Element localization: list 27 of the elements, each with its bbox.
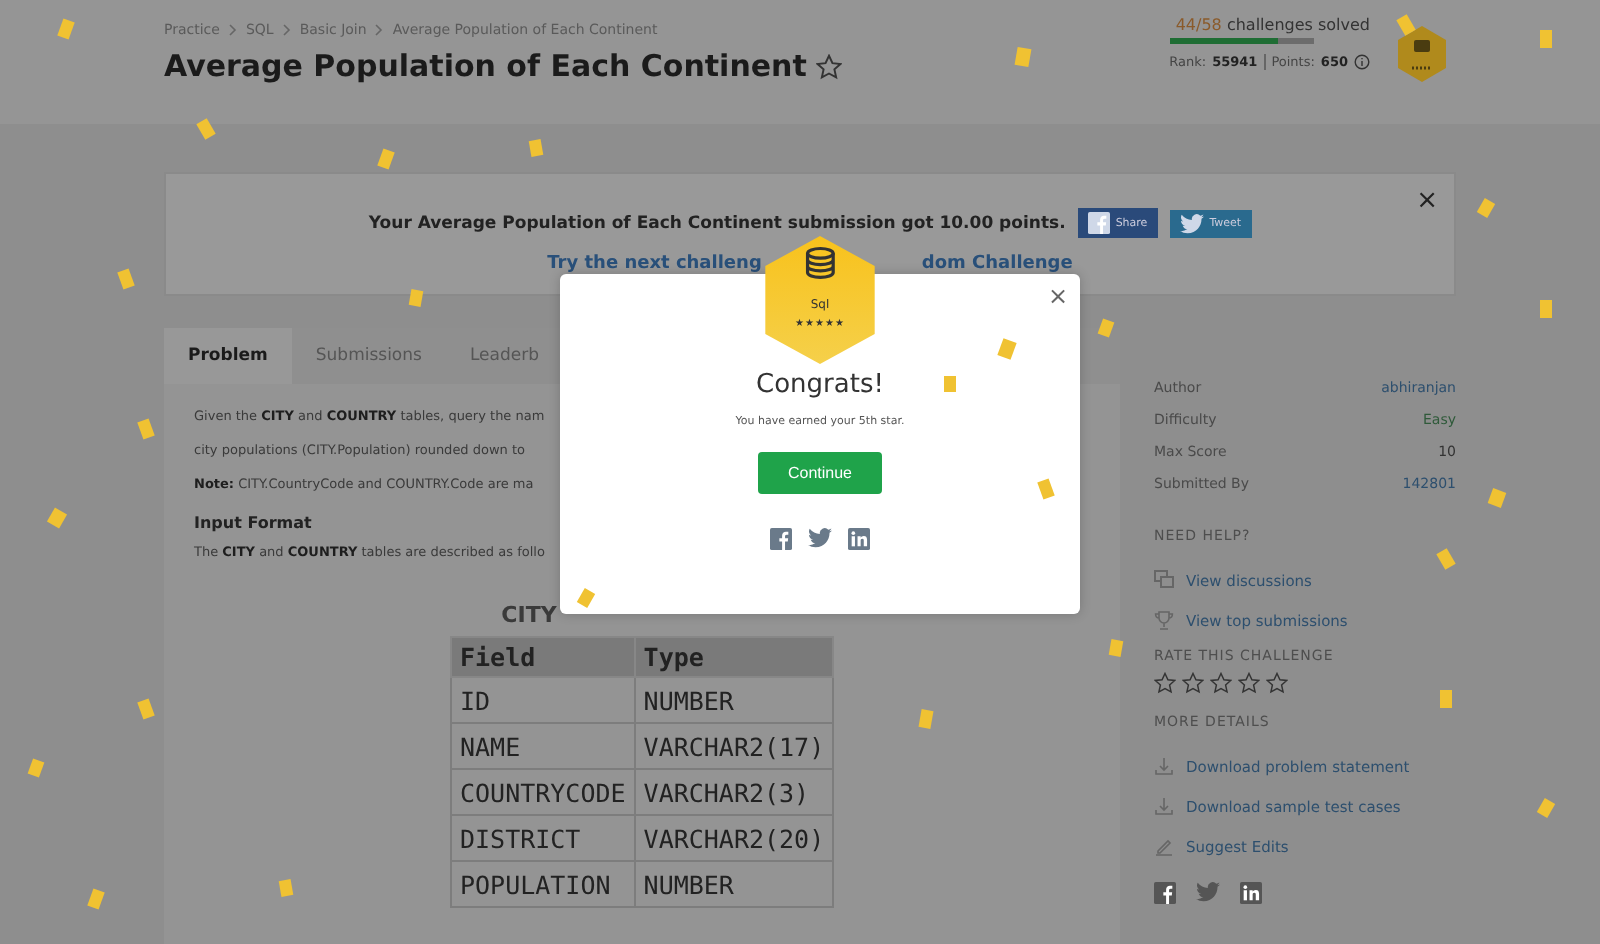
table-cell: ID [451, 677, 635, 723]
table-cell: NUMBER [634, 677, 834, 723]
column-header: Type [634, 637, 834, 677]
submission-message: Your Average Population of Each Continent submission got 10.00 points. [368, 213, 1066, 233]
close-button[interactable]: × [1047, 282, 1068, 310]
column-header: Field [451, 637, 635, 677]
random-challenge-link[interactable]: dom Challenge [921, 254, 1073, 274]
tab[interactable]: Problem [164, 328, 292, 384]
table-title: CITY [499, 602, 559, 628]
tab[interactable]: Submissions [291, 328, 446, 384]
next-challenge-link[interactable]: Try the next challeng [547, 254, 762, 274]
table-cell: COUNTRYCODE [451, 769, 635, 815]
table-cell: VARCHAR2(3) [634, 769, 834, 815]
tab[interactable]: Leaderb [445, 328, 563, 384]
table-cell: NAME [451, 723, 635, 769]
continue-button[interactable]: Continue [757, 452, 883, 494]
table-cell: VARCHAR2(17) [634, 723, 834, 769]
page-title: Average Population of Each Continent [164, 48, 807, 84]
section-heading: Input Format [194, 514, 314, 532]
dialog-title: Congrats! [756, 370, 884, 400]
solved-count: 44/58 [1175, 16, 1222, 34]
table-cell: POPULATION [451, 861, 635, 907]
table-cell: NUMBER [634, 861, 834, 907]
close-button[interactable]: × [1416, 186, 1438, 216]
solved-label: challenges solved [1226, 16, 1370, 34]
table-cell: DISTRICT [451, 815, 635, 861]
table-cell: VARCHAR2(20) [634, 815, 834, 861]
